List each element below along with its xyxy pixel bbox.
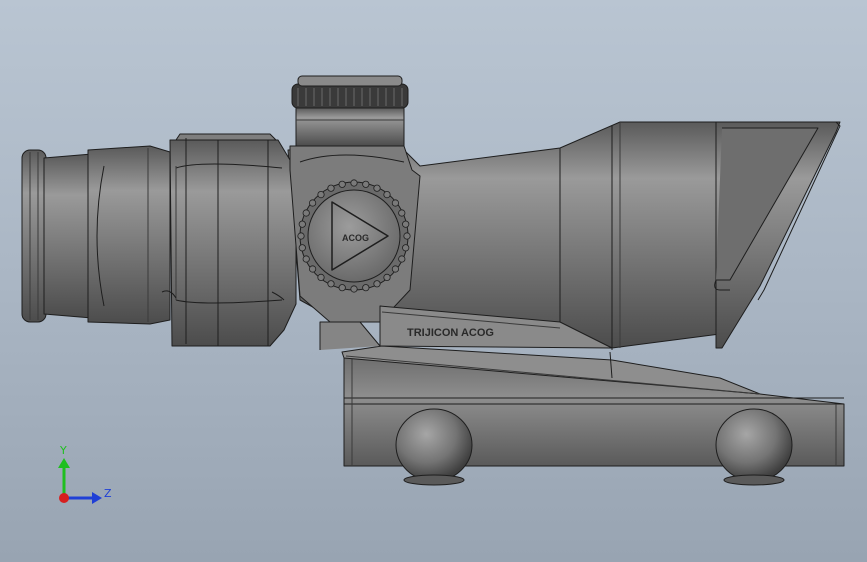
dial-knurl-tooth bbox=[327, 184, 335, 192]
dial-knurl-tooth bbox=[391, 199, 399, 207]
dial-knurl-tooth bbox=[308, 265, 317, 273]
coordinate-triad[interactable]: Y Z bbox=[58, 444, 112, 504]
eyepiece-collar[interactable] bbox=[161, 133, 297, 347]
dial-knurl-tooth bbox=[317, 191, 325, 199]
dial-knurl-tooth bbox=[338, 180, 346, 188]
y-arrowhead bbox=[58, 458, 70, 468]
dial-knurl-tooth bbox=[391, 265, 399, 273]
dial-knurl-tooth bbox=[298, 220, 306, 228]
dial-knurl-tooth bbox=[403, 232, 411, 240]
dial-knurl-tooth bbox=[373, 184, 381, 192]
dial-knurl-tooth bbox=[362, 284, 370, 292]
z-arrowhead bbox=[92, 492, 102, 504]
objective-hood[interactable] bbox=[714, 121, 841, 349]
dial-knurl-tooth bbox=[398, 255, 406, 263]
eyepiece[interactable] bbox=[21, 145, 171, 325]
dial-knurl-tooth bbox=[308, 199, 317, 207]
dial-knurl-tooth bbox=[402, 244, 410, 252]
mount-thumb-nut-front[interactable] bbox=[395, 408, 473, 486]
dial-knurl-tooth bbox=[338, 284, 346, 292]
cad-graphics-viewport[interactable]: TRIJICON ACOG ACOG Y Z bbox=[0, 0, 867, 562]
model-canvas: TRIJICON ACOG ACOG Y Z bbox=[21, 75, 845, 504]
dial-knurl-tooth bbox=[298, 244, 306, 252]
dial-knurl-tooth bbox=[402, 220, 410, 228]
dial-knurl-tooth bbox=[373, 280, 381, 288]
x-axis-dot bbox=[59, 493, 69, 503]
dial-knurl-tooth bbox=[383, 273, 391, 281]
scope-engraving-text: TRIJICON ACOG bbox=[407, 327, 494, 339]
dial-knurl-tooth bbox=[302, 209, 310, 217]
dial-knurl-tooth bbox=[383, 191, 391, 199]
dial-knurl-tooth bbox=[317, 273, 325, 281]
mount-thumb-nut-rear[interactable] bbox=[715, 408, 793, 486]
y-axis-label: Y bbox=[59, 444, 67, 457]
dial-knurl-tooth bbox=[302, 255, 310, 263]
dial-knurl-tooth bbox=[297, 232, 305, 240]
dial-knurl-tooth bbox=[350, 285, 358, 293]
dial-knurl-tooth bbox=[362, 180, 370, 188]
dial-knurl-tooth bbox=[398, 209, 406, 217]
adjustment-turret[interactable] bbox=[291, 75, 409, 147]
dial-label-text: ACOG bbox=[342, 233, 369, 243]
dial-knurl-tooth bbox=[350, 179, 358, 187]
z-axis-label: Z bbox=[104, 487, 112, 500]
dial-knurl-tooth bbox=[327, 280, 335, 288]
